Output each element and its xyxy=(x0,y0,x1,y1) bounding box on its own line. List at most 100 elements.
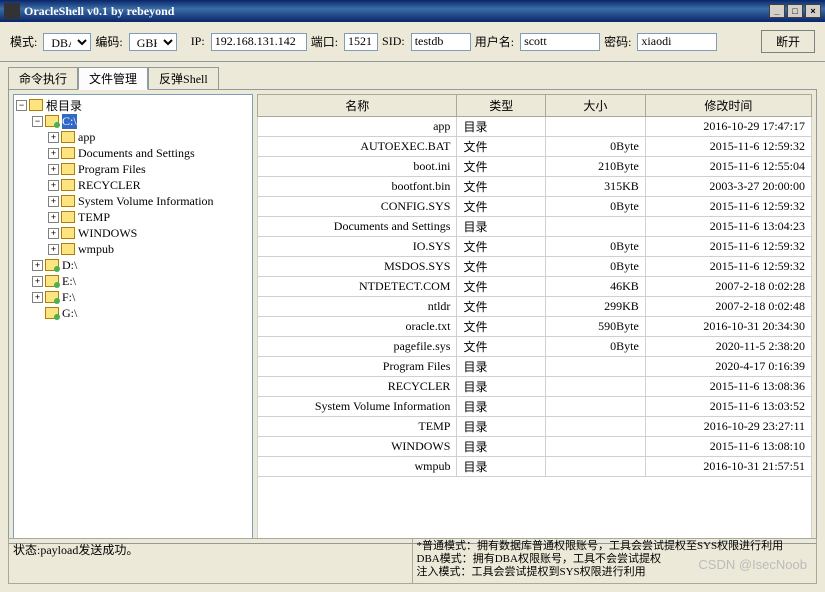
app-icon xyxy=(4,3,20,19)
mode-select[interactable]: DBA xyxy=(43,33,91,51)
expand-icon[interactable]: + xyxy=(48,148,59,159)
expand-icon[interactable]: + xyxy=(48,196,59,207)
tree-folder[interactable]: +app xyxy=(16,129,250,145)
tree-drive-d[interactable]: + D:\ xyxy=(16,257,250,273)
cell-time: 2003-3-27 20:00:00 xyxy=(645,177,811,197)
cell-name: pagefile.sys xyxy=(258,337,457,357)
status-help: *普通模式：拥有数据库普通权限账号，工具会尝试提权至SYS权限进行利用 DBA模… xyxy=(413,538,818,584)
cell-time: 2015-11-6 13:04:23 xyxy=(645,217,811,237)
col-type[interactable]: 类型 xyxy=(457,95,546,117)
table-row[interactable]: MSDOS.SYS文件0Byte2015-11-6 12:59:32 xyxy=(258,257,812,277)
cell-type: 文件 xyxy=(457,297,546,317)
cell-size xyxy=(546,217,646,237)
cell-size: 0Byte xyxy=(546,137,646,157)
cell-name: app xyxy=(258,117,457,137)
tab-cmd[interactable]: 命令执行 xyxy=(8,67,78,90)
table-row[interactable]: wmpub目录2016-10-31 21:57:51 xyxy=(258,457,812,477)
window-controls: _ □ × xyxy=(767,4,821,18)
cell-type: 目录 xyxy=(457,217,546,237)
cell-type: 文件 xyxy=(457,197,546,217)
folder-tree[interactable]: − 根目录 − C:\ +app+Documents and Settings+… xyxy=(13,94,253,539)
tree-folder[interactable]: +System Volume Information xyxy=(16,193,250,209)
tree-folder[interactable]: +RECYCLER xyxy=(16,177,250,193)
table-row[interactable]: ntldr文件299KB2007-2-18 0:02:48 xyxy=(258,297,812,317)
table-row[interactable]: TEMP目录2016-10-29 23:27:11 xyxy=(258,417,812,437)
cell-type: 目录 xyxy=(457,117,546,137)
table-empty-area xyxy=(257,477,812,539)
tree-folder[interactable]: +WINDOWS xyxy=(16,225,250,241)
folder-icon xyxy=(61,211,75,223)
cell-name: WINDOWS xyxy=(258,437,457,457)
expand-icon[interactable]: + xyxy=(48,212,59,223)
table-row[interactable]: oracle.txt文件590Byte2016-10-31 20:34:30 xyxy=(258,317,812,337)
cell-size: 0Byte xyxy=(546,197,646,217)
cell-type: 文件 xyxy=(457,337,546,357)
minimize-button[interactable]: _ xyxy=(769,4,785,18)
table-row[interactable]: RECYCLER目录2015-11-6 13:08:36 xyxy=(258,377,812,397)
table-row[interactable]: CONFIG.SYS文件0Byte2015-11-6 12:59:32 xyxy=(258,197,812,217)
cell-size: 0Byte xyxy=(546,237,646,257)
tree-drive-c[interactable]: − C:\ xyxy=(16,113,250,129)
encoding-select[interactable]: GBK xyxy=(129,33,177,51)
tree-drive-g[interactable]: G:\ xyxy=(16,305,250,321)
cell-name: TEMP xyxy=(258,417,457,437)
table-row[interactable]: WINDOWS目录2015-11-6 13:08:10 xyxy=(258,437,812,457)
cell-time: 2015-11-6 12:59:32 xyxy=(645,197,811,217)
table-header-row[interactable]: 名称 类型 大小 修改时间 xyxy=(258,95,812,117)
table-row[interactable]: Documents and Settings目录2015-11-6 13:04:… xyxy=(258,217,812,237)
collapse-icon[interactable]: − xyxy=(16,100,27,111)
expand-icon[interactable]: + xyxy=(48,244,59,255)
expand-icon[interactable]: + xyxy=(48,180,59,191)
cell-size: 0Byte xyxy=(546,337,646,357)
cell-size: 210Byte xyxy=(546,157,646,177)
table-row[interactable]: System Volume Information目录2015-11-6 13:… xyxy=(258,397,812,417)
expand-icon[interactable]: + xyxy=(32,292,43,303)
expand-icon[interactable]: + xyxy=(48,164,59,175)
expand-icon[interactable]: + xyxy=(32,260,43,271)
tree-folder[interactable]: +TEMP xyxy=(16,209,250,225)
pass-input[interactable] xyxy=(637,33,717,51)
col-time[interactable]: 修改时间 xyxy=(645,95,811,117)
folder-icon xyxy=(45,259,59,271)
ip-input[interactable] xyxy=(211,33,307,51)
table-row[interactable]: boot.ini文件210Byte2015-11-6 12:55:04 xyxy=(258,157,812,177)
status-bar: 状态:payload发送成功。 *普通模式：拥有数据库普通权限账号，工具会尝试提… xyxy=(8,538,817,584)
folder-icon xyxy=(61,195,75,207)
tab-file[interactable]: 文件管理 xyxy=(78,67,148,90)
disconnect-button[interactable]: 断开 xyxy=(761,30,815,53)
port-input[interactable] xyxy=(344,33,378,51)
table-row[interactable]: bootfont.bin文件315KB2003-3-27 20:00:00 xyxy=(258,177,812,197)
table-row[interactable]: NTDETECT.COM文件46KB2007-2-18 0:02:28 xyxy=(258,277,812,297)
cell-type: 文件 xyxy=(457,277,546,297)
connection-toolbar: 模式: DBA 编码: GBK IP: 端口: SID: 用户名: 密码: 断开 xyxy=(0,22,825,62)
col-size[interactable]: 大小 xyxy=(546,95,646,117)
expand-icon[interactable]: + xyxy=(48,132,59,143)
table-row[interactable]: AUTOEXEC.BAT文件0Byte2015-11-6 12:59:32 xyxy=(258,137,812,157)
tree-folder[interactable]: +wmpub xyxy=(16,241,250,257)
close-button[interactable]: × xyxy=(805,4,821,18)
expand-icon[interactable]: + xyxy=(32,276,43,287)
collapse-icon[interactable]: − xyxy=(32,116,43,127)
cell-time: 2020-11-5 2:38:20 xyxy=(645,337,811,357)
expand-icon[interactable]: + xyxy=(48,228,59,239)
tree-folder[interactable]: +Program Files xyxy=(16,161,250,177)
table-row[interactable]: Program Files目录2020-4-17 0:16:39 xyxy=(258,357,812,377)
tree-drive-e[interactable]: + E:\ xyxy=(16,273,250,289)
table-row[interactable]: IO.SYS文件0Byte2015-11-6 12:59:32 xyxy=(258,237,812,257)
file-table[interactable]: 名称 类型 大小 修改时间 app目录2016-10-29 17:47:17AU… xyxy=(257,94,812,477)
table-row[interactable]: app目录2016-10-29 17:47:17 xyxy=(258,117,812,137)
tab-shell[interactable]: 反弹Shell xyxy=(148,67,219,90)
cell-type: 目录 xyxy=(457,397,546,417)
tree-folder[interactable]: +Documents and Settings xyxy=(16,145,250,161)
tree-root[interactable]: − 根目录 xyxy=(16,97,250,113)
cell-size xyxy=(546,437,646,457)
port-label: 端口: xyxy=(311,33,338,50)
col-name[interactable]: 名称 xyxy=(258,95,457,117)
cell-size: 590Byte xyxy=(546,317,646,337)
cell-name: CONFIG.SYS xyxy=(258,197,457,217)
maximize-button[interactable]: □ xyxy=(787,4,803,18)
sid-input[interactable] xyxy=(411,33,471,51)
tree-drive-f[interactable]: + F:\ xyxy=(16,289,250,305)
user-input[interactable] xyxy=(520,33,600,51)
table-row[interactable]: pagefile.sys文件0Byte2020-11-5 2:38:20 xyxy=(258,337,812,357)
